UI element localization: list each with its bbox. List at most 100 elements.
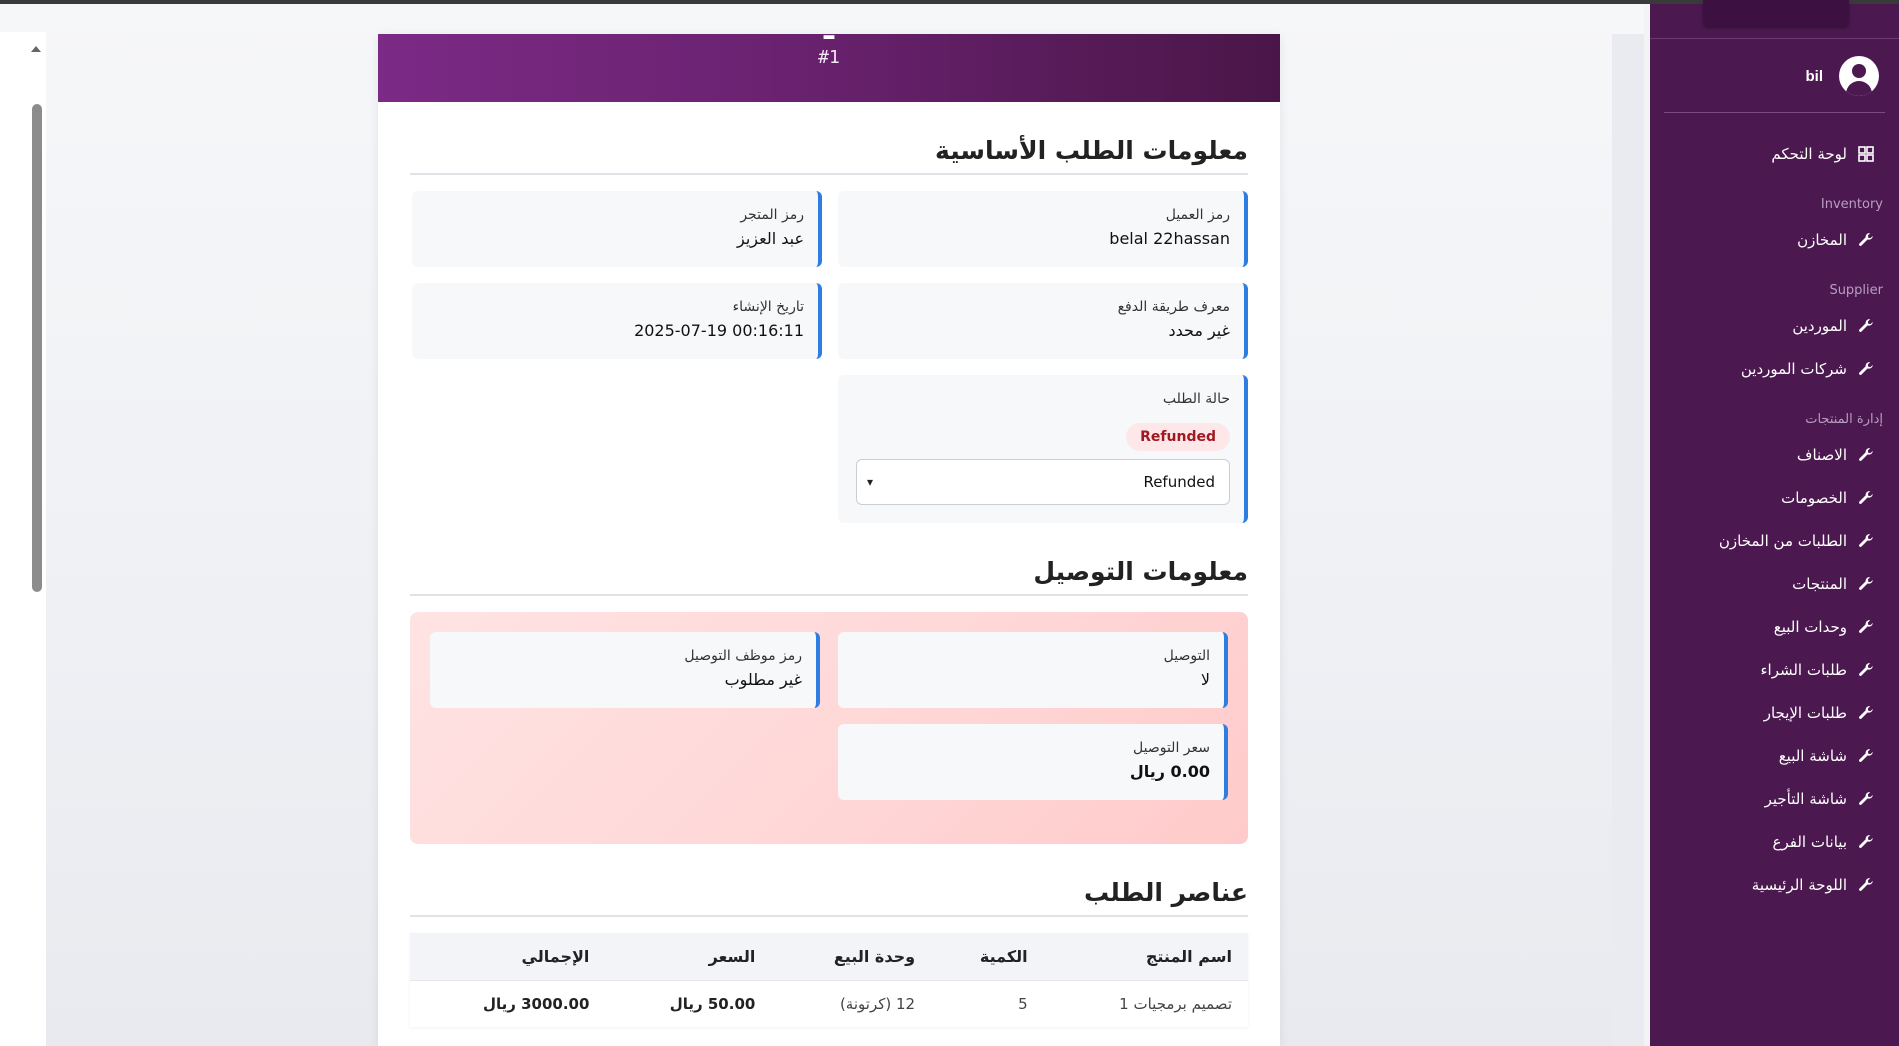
delivery-price-value: 0.00 ريال [1129, 762, 1210, 781]
cell-sale-unit: 12 (كرتونة) [771, 980, 932, 1027]
delivery-panel: التوصيل لا رمز موظف التوصيل غير مطلوب سع… [410, 612, 1248, 844]
wrench-icon [1857, 317, 1875, 335]
wrench-icon [1857, 575, 1875, 593]
wrench-icon [1857, 489, 1875, 507]
scroll-up-arrow-icon[interactable] [31, 46, 41, 52]
wrench-icon [1857, 360, 1875, 378]
col-price: السعر [605, 933, 772, 981]
sidebar-item-rental-orders[interactable]: طلبات الإيجار [1650, 691, 1899, 734]
cell-product-name: تصميم برمجيات 1 [1043, 980, 1248, 1027]
customer-code-box: رمز العميل belal 22hassan [838, 191, 1248, 267]
basic-info-grid: رمز العميل belal 22hassan رمز المتجر عبد… [410, 191, 1248, 523]
sidebar-divider [1650, 38, 1899, 39]
order-status-box: حالة الطلب Refunded Refunded ▾ [838, 375, 1248, 523]
sidebar-item-suppliers[interactable]: الموردين [1650, 304, 1899, 347]
sidebar: bil لوحة التحكم Inventory المخازن Suppli… [1644, 0, 1899, 1046]
order-header: ـ #1 [378, 34, 1280, 102]
payment-method-box: معرف طريقة الدفع غير محدد [838, 283, 1248, 359]
scrollbar-thumb[interactable] [32, 104, 42, 592]
sidebar-item-label: اللوحة الرئيسية [1751, 875, 1847, 894]
order-status-label: حالة الطلب [1162, 391, 1230, 407]
wrench-icon [1857, 747, 1875, 765]
created-at-value: 2025-07-19 00:16:11 [634, 321, 804, 340]
sidebar-item-label: الاصناف [1796, 445, 1847, 464]
sidebar-item-label: المخازن [1797, 230, 1847, 249]
sidebar-item-warehouse-orders[interactable]: الطلبات من المخازن [1650, 519, 1899, 562]
sidebar-item-warehouses[interactable]: المخازن [1650, 218, 1899, 261]
order-details-card: ـ #1 معلومات الطلب الأساسية رمز العميل b… [378, 34, 1280, 1046]
delivery-grid: التوصيل لا رمز موظف التوصيل غير مطلوب سع… [430, 632, 1228, 800]
sidebar-item-label: طلبات الشراء [1760, 660, 1847, 679]
col-product-name: اسم المنتج [1043, 933, 1248, 981]
delivery-box: التوصيل لا [838, 632, 1228, 708]
created-at-label: تاريخ الإنشاء [732, 299, 804, 315]
col-total: الإجمالي [410, 933, 606, 981]
nav-heading-supplier: Supplier [1829, 283, 1883, 298]
customer-code-label: رمز العميل [1165, 207, 1230, 223]
store-code-label: رمز المتجر [740, 207, 804, 223]
chevron-down-icon: ▾ [867, 475, 874, 489]
delivery-staff-value: غير مطلوب [724, 670, 802, 689]
sidebar-item-dashboard[interactable]: لوحة التحكم [1650, 132, 1899, 175]
delivery-staff-label: رمز موظف التوصيل [684, 648, 802, 664]
wrench-icon [1857, 704, 1875, 722]
wrench-icon [1857, 446, 1875, 464]
sidebar-item-rental-screen[interactable]: شاشة التأجير [1650, 777, 1899, 820]
sidebar-item-label: لوحة التحكم [1771, 144, 1847, 163]
payment-method-value: غير محدد [1168, 321, 1230, 340]
sidebar-top-tab[interactable] [1703, 0, 1849, 26]
delivery-price-box: سعر التوصيل 0.00 ريال [838, 724, 1228, 800]
sidebar-item-purchase-orders[interactable]: طلبات الشراء [1650, 648, 1899, 691]
sidebar-item-discounts[interactable]: الخصومات [1650, 476, 1899, 519]
delivery-value: لا [1200, 670, 1210, 689]
user-divider [1664, 112, 1885, 113]
cell-total: 3000.00 ريال [410, 980, 606, 1027]
sidebar-item-main-board[interactable]: اللوحة الرئيسية [1650, 863, 1899, 906]
sidebar-item-label: طلبات الإيجار [1763, 703, 1847, 722]
grid-icon [1857, 145, 1875, 163]
user-profile[interactable]: bil [1805, 56, 1879, 96]
wrench-icon [1857, 790, 1875, 808]
order-title-cut: ـ [378, 34, 1280, 47]
sidebar-item-label: شركات الموردين [1740, 359, 1847, 378]
order-number: #1 [818, 47, 840, 68]
sidebar-item-label: المنتجات [1792, 574, 1847, 593]
col-sale-unit: وحدة البيع [771, 933, 932, 981]
table-row: تصميم برمجيات 1 5 12 (كرتونة) 50.00 ريال… [410, 980, 1248, 1027]
created-at-box: تاريخ الإنشاء 2025-07-19 00:16:11 [412, 283, 822, 359]
nav-heading-products: إدارة المنتجات [1805, 412, 1883, 427]
section-delivery-title: معلومات التوصيل [410, 523, 1248, 596]
table-header-row: اسم المنتج الكمية وحدة البيع السعر الإجم… [410, 933, 1248, 981]
wrench-icon [1857, 833, 1875, 851]
wrench-icon [1857, 532, 1875, 550]
customer-code-value: belal 22hassan [1109, 229, 1230, 248]
sidebar-item-label: بيانات الفرع [1772, 832, 1847, 851]
page-scrollbar[interactable] [0, 32, 46, 1046]
sidebar-item-label: وحدات البيع [1773, 617, 1847, 636]
sidebar-item-sale-units[interactable]: وحدات البيع [1650, 605, 1899, 648]
section-basic-info-title: معلومات الطلب الأساسية [410, 102, 1248, 175]
sidebar-item-branch-data[interactable]: بيانات الفرع [1650, 820, 1899, 863]
sidebar-item-label: الطلبات من المخازن [1718, 531, 1847, 550]
sidebar-nav: لوحة التحكم Inventory المخازن Supplier ا… [1650, 132, 1899, 906]
wrench-icon [1857, 231, 1875, 249]
right-gutter [1612, 34, 1644, 1046]
sidebar-item-label: شاشة التأجير [1764, 789, 1847, 808]
sidebar-item-sales-screen[interactable]: شاشة البيع [1650, 734, 1899, 777]
delivery-label: التوصيل [1163, 648, 1210, 664]
status-badge: Refunded [1126, 423, 1230, 451]
sidebar-item-label: الموردين [1792, 316, 1847, 335]
sidebar-item-categories[interactable]: الاصناف [1650, 433, 1899, 476]
delivery-staff-box: رمز موظف التوصيل غير مطلوب [430, 632, 820, 708]
cell-price: 50.00 ريال [605, 980, 772, 1027]
user-avatar-icon [1839, 56, 1879, 96]
cell-quantity: 5 [931, 980, 1044, 1027]
status-select[interactable]: Refunded ▾ [856, 459, 1230, 505]
username: bil [1805, 67, 1824, 85]
col-quantity: الكمية [931, 933, 1044, 981]
wrench-icon [1857, 618, 1875, 636]
order-items-table: اسم المنتج الكمية وحدة البيع السعر الإجم… [410, 933, 1248, 1027]
status-select-value: Refunded [1143, 473, 1215, 491]
sidebar-item-products[interactable]: المنتجات [1650, 562, 1899, 605]
sidebar-item-supplier-companies[interactable]: شركات الموردين [1650, 347, 1899, 390]
